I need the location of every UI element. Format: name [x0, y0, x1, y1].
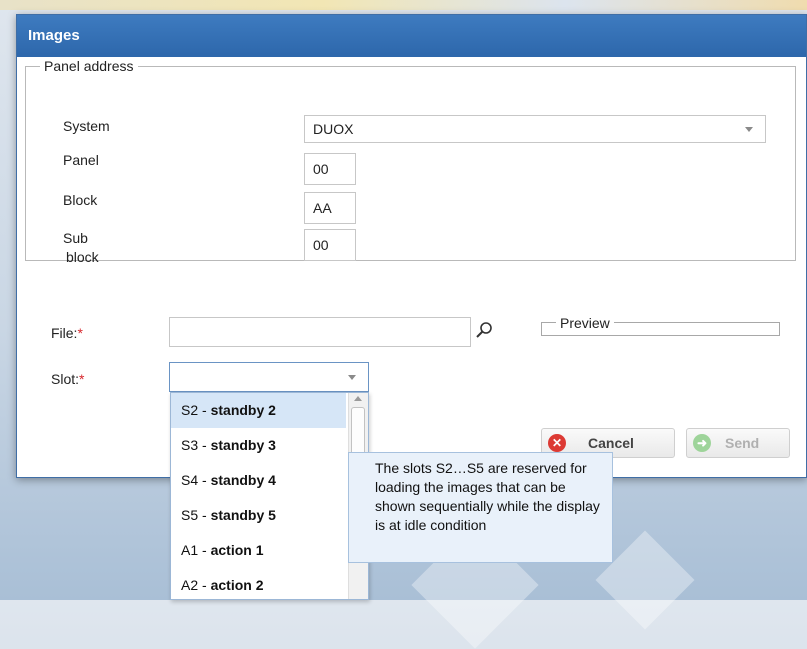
- preview-legend: Preview: [556, 315, 614, 331]
- file-label-text: File:: [51, 325, 78, 341]
- file-required-mark: *: [77, 325, 83, 341]
- slot-option[interactable]: S5 - standby 5: [171, 498, 346, 533]
- panel-address-group: Panel address: [25, 58, 796, 261]
- chevron-down-icon: [745, 127, 753, 132]
- sub-block-value: 00: [313, 237, 329, 253]
- slot-option-name: standby 5: [210, 507, 276, 523]
- chevron-down-icon: [348, 375, 356, 380]
- slot-option-name: standby 3: [210, 437, 276, 453]
- slot-option-code: S4 -: [181, 472, 207, 488]
- block-value: AA: [313, 200, 332, 216]
- send-icon: ➜: [693, 434, 711, 452]
- slot-option-code: S2 -: [181, 402, 207, 418]
- slot-option[interactable]: S2 - standby 2: [171, 393, 346, 428]
- system-value: DUOX: [313, 121, 354, 137]
- slot-option[interactable]: S3 - standby 3: [171, 428, 346, 463]
- cancel-button-label: Cancel: [588, 435, 634, 451]
- sub-block-label-line1: Sub: [63, 230, 88, 246]
- file-input[interactable]: [169, 317, 471, 347]
- slot-option-name: standby 4: [210, 472, 276, 488]
- slot-option-code: A1 -: [181, 542, 207, 558]
- sub-block-field[interactable]: 00: [304, 229, 356, 261]
- slot-option-code: S3 -: [181, 437, 207, 453]
- slot-select[interactable]: [169, 362, 369, 392]
- system-select[interactable]: DUOX: [304, 115, 766, 143]
- slot-option-code: S5 -: [181, 507, 207, 523]
- slot-dropdown-list: S2 - standby 2 S3 - standby 3 S4 - stand…: [170, 392, 369, 600]
- send-button-label: Send: [725, 435, 760, 451]
- panel-field[interactable]: 00: [304, 153, 356, 185]
- dialog-title: Images: [17, 15, 806, 57]
- slot-tooltip: The slots S2…S5 are reserved for loading…: [348, 452, 613, 563]
- slot-option-name: action 2: [210, 577, 264, 593]
- slot-label-text: Slot:: [51, 371, 80, 387]
- panel-value: 00: [313, 161, 329, 177]
- file-label: File:*: [51, 325, 83, 341]
- scroll-up-icon[interactable]: [354, 396, 362, 401]
- slot-required-mark: *: [79, 371, 85, 387]
- slot-option-name: action 1: [210, 542, 264, 558]
- slot-option[interactable]: A2 - action 2: [171, 568, 346, 599]
- slot-label: Slot:*: [51, 371, 84, 387]
- system-label: System: [63, 118, 110, 134]
- slot-option[interactable]: S4 - standby 4: [171, 463, 346, 498]
- send-button[interactable]: ➜ Send: [686, 428, 790, 458]
- panel-label: Panel: [63, 152, 99, 168]
- slot-option-code: A2 -: [181, 577, 207, 593]
- block-field[interactable]: AA: [304, 192, 356, 224]
- search-icon[interactable]: [473, 320, 495, 342]
- block-label: Block: [63, 192, 98, 208]
- slot-option[interactable]: A1 - action 1: [171, 533, 346, 568]
- sub-block-label-line2: block: [66, 249, 99, 265]
- background-top-strip: [0, 0, 807, 10]
- panel-address-legend: Panel address: [40, 58, 138, 74]
- cancel-icon: ✕: [548, 434, 566, 452]
- slot-option-name: standby 2: [210, 402, 276, 418]
